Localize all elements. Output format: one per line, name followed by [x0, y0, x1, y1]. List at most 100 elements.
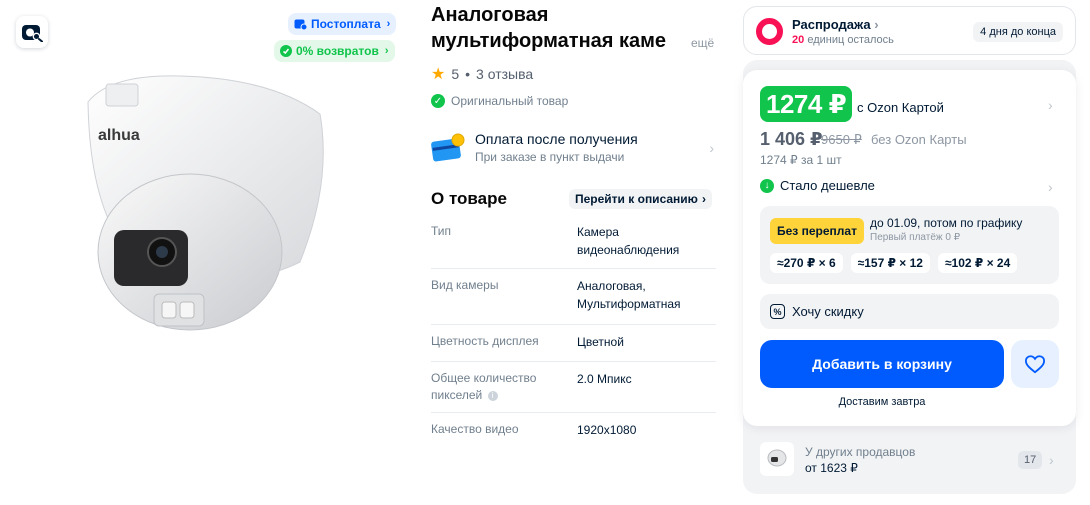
chevron-right-icon: ›: [709, 140, 714, 156]
postpay-badge[interactable]: Постоплата ›: [288, 13, 397, 35]
go-to-description-label: Перейти к описанию: [575, 192, 698, 206]
spec-key: Качество видео: [431, 422, 519, 436]
product-title: Аналоговая мультиформатная каме: [431, 2, 716, 54]
delivery-info: Доставим завтра: [838, 396, 926, 408]
ozon-card-price: 1274 ₽: [760, 86, 853, 122]
product-image[interactable]: alhua: [70, 62, 340, 342]
installment-option[interactable]: ≈157 ₽ × 12: [850, 253, 930, 273]
camera-search-icon: [22, 25, 43, 42]
spec-value-line: Цветной: [577, 335, 624, 349]
specs-table: Тип Камера видеонаблюдения Вид камеры Ан…: [431, 215, 716, 450]
rating[interactable]: ★ 5 • 3 отзыва: [431, 64, 533, 84]
spec-key-line: Общее количество: [431, 371, 537, 385]
sale-card[interactable]: Распродажа › 20 единиц осталось 4 дня до…: [743, 6, 1076, 55]
spec-row: Тип Камера видеонаблюдения: [431, 215, 716, 269]
sale-units-text: единиц осталось: [807, 34, 894, 46]
without-card-note: без Ozon Карты: [871, 132, 967, 147]
percent-icon: %: [770, 304, 785, 319]
want-discount-label: Хочу скидку: [792, 304, 864, 319]
title-line-1: Аналоговая: [431, 4, 549, 26]
other-seller-thumbnail: [760, 442, 794, 476]
payment-title: Оплата после получения: [475, 131, 638, 147]
check-circle-icon: ✓: [431, 94, 445, 108]
spec-value-line: 2.0 Мпикс: [577, 372, 632, 386]
wallet-icon: [294, 19, 307, 30]
installment-block[interactable]: Без переплат до 01.09, потом по графику …: [760, 206, 1059, 284]
spec-row: Вид камеры Аналоговая, Мультиформатная: [431, 269, 716, 325]
sale-title: Распродажа ›: [792, 17, 879, 32]
sale-remaining: 20 единиц осталось: [792, 34, 894, 46]
installment-option[interactable]: ≈102 ₽ × 24: [937, 253, 1018, 273]
spec-key: Цветность дисплея: [431, 334, 539, 348]
other-sellers-count: 17: [1018, 451, 1043, 469]
spec-value-line: видеонаблюдения: [577, 243, 680, 257]
price-dropped[interactable]: ↓ Стало дешевле: [760, 178, 875, 193]
original-label: Оригинальный товар: [451, 94, 569, 108]
spec-key: Общее количество пикселей i: [431, 370, 577, 404]
price-per-unit: 1274 ₽ за 1 шт: [760, 153, 842, 167]
spec-row: Качество видео 1920x1080: [431, 413, 716, 450]
favorite-button[interactable]: [1011, 340, 1059, 388]
sale-title-text: Распродажа: [792, 17, 871, 32]
price-dropped-label: Стало дешевле: [780, 178, 875, 193]
spec-key-text: пикселей: [431, 388, 483, 402]
reviews-count[interactable]: 3 отзыва: [476, 66, 533, 82]
chevron-right-icon[interactable]: ›: [1048, 179, 1053, 195]
go-to-description-button[interactable]: Перейти к описанию ›: [569, 189, 712, 209]
svg-text:alhua: alhua: [98, 127, 140, 144]
spec-key-line: пикселей i: [431, 387, 577, 404]
spec-value: Аналоговая, Мультиформатная: [577, 277, 716, 316]
chevron-right-icon: ›: [874, 17, 879, 32]
chevron-right-icon: ›: [701, 192, 706, 206]
star-icon: ★: [431, 66, 446, 83]
camera-thumbnail-icon: [767, 449, 787, 467]
chevron-right-icon: ›: [384, 45, 389, 57]
spec-value: 2.0 Мпикс: [577, 370, 716, 404]
spec-value-line: Камера: [577, 225, 619, 239]
chevron-right-icon: ›: [1049, 452, 1054, 468]
installment-text: до 01.09, потом по графику: [870, 216, 1023, 230]
sale-timer: 4 дня до конца: [973, 22, 1063, 42]
chevron-right-icon[interactable]: ›: [1048, 97, 1053, 113]
spec-value-line: Мультиформатная: [577, 297, 681, 311]
photo-search-button[interactable]: [16, 16, 48, 48]
spec-value: Цветной: [577, 333, 716, 353]
dome-camera-picture: alhua: [87, 75, 324, 331]
info-icon[interactable]: i: [487, 390, 498, 401]
title-line-2: мультиформатная каме: [431, 30, 667, 52]
spec-value: 1920x1080: [577, 421, 716, 442]
heart-icon: [1024, 355, 1046, 374]
ozon-card-label[interactable]: с Ozon Картой: [857, 100, 944, 115]
return-icon: [280, 45, 292, 57]
payment-subtitle: При заказе в пункт выдачи: [475, 150, 625, 164]
spec-value-line: Аналоговая,: [577, 279, 646, 293]
spec-key: Вид камеры: [431, 278, 499, 292]
rating-separator: •: [465, 66, 471, 82]
title-more-link[interactable]: ещё: [691, 36, 714, 50]
sale-ring-icon: [756, 18, 783, 45]
spec-value: Камера видеонаблюдения: [577, 223, 716, 260]
installment-option[interactable]: ≈270 ₽ × 6: [770, 253, 843, 273]
spec-key: Тип: [431, 224, 452, 238]
regular-price: 1 406 ₽: [760, 129, 823, 149]
want-discount-button[interactable]: % Хочу скидку: [760, 294, 1059, 329]
arrow-down-icon: ↓: [760, 178, 774, 193]
old-price: 9650 ₽: [821, 132, 862, 147]
first-payment: Первый платёж 0 ₽: [870, 232, 961, 243]
other-sellers-price: от 1623 ₽: [805, 461, 858, 475]
installment-badge: Без переплат: [770, 218, 864, 244]
pay-after-receipt[interactable]: Оплата после получения При заказе в пунк…: [431, 130, 716, 168]
other-sellers[interactable]: У других продавцов от 1623 ₽ 17 ›: [760, 442, 1059, 478]
spec-row: Цветность дисплея Цветной: [431, 325, 716, 362]
sale-units: 20: [792, 34, 805, 46]
rating-score: 5: [451, 66, 460, 82]
returns-badge[interactable]: 0% возвратов ›: [274, 40, 395, 62]
original-badge: ✓ Оригинальный товар: [431, 94, 568, 108]
spec-value-line: 1920x1080: [577, 423, 637, 437]
postpay-label: Постоплата: [311, 17, 381, 31]
other-sellers-title: У других продавцов: [805, 445, 916, 459]
add-to-cart-button[interactable]: Добавить в корзину: [760, 340, 1004, 388]
card-coin-icon: [431, 133, 465, 162]
chevron-right-icon: ›: [386, 18, 391, 30]
returns-label: 0% возвратов: [296, 44, 379, 58]
